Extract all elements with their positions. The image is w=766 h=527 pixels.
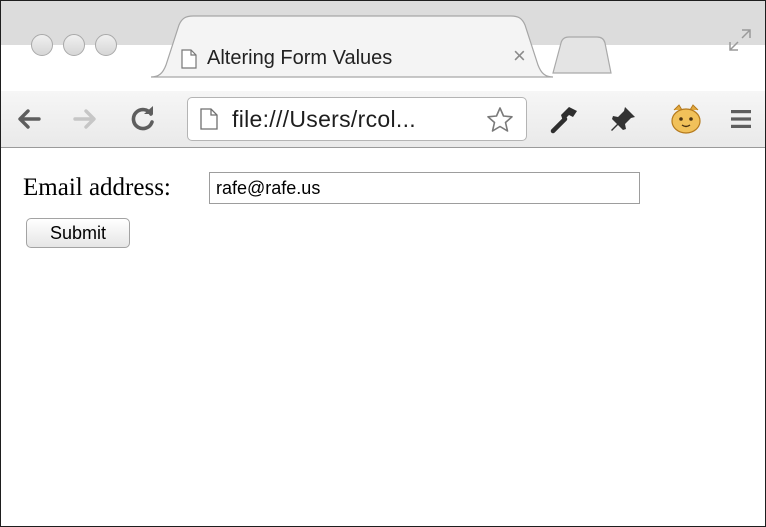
- page-icon: [200, 108, 218, 135]
- reload-icon[interactable]: [129, 105, 157, 138]
- tab-close-icon[interactable]: ×: [513, 45, 526, 67]
- window-close-button[interactable]: [31, 34, 53, 56]
- new-tab-button[interactable]: [549, 35, 613, 80]
- toolbar: file:///Users/rcol...: [1, 91, 765, 148]
- hamburger-menu-icon[interactable]: [729, 107, 753, 136]
- address-url: file:///Users/rcol...: [232, 106, 416, 132]
- submit-button[interactable]: Submit: [26, 218, 130, 248]
- wrench-icon[interactable]: [549, 103, 581, 140]
- forward-arrow-icon[interactable]: [71, 105, 99, 138]
- email-field[interactable]: [209, 172, 640, 204]
- bookmark-star-icon[interactable]: [486, 106, 514, 139]
- browser-window: Altering Form Values × file:///Users/rco…: [0, 0, 766, 527]
- email-label: Email address:: [23, 174, 171, 201]
- window-zoom-button[interactable]: [95, 34, 117, 56]
- tab-title: Altering Form Values: [207, 47, 393, 69]
- cat-face-extension-icon[interactable]: [669, 102, 703, 141]
- back-arrow-icon[interactable]: [15, 105, 43, 138]
- pushpin-icon[interactable]: [607, 103, 639, 140]
- fullscreen-icon[interactable]: [729, 29, 751, 56]
- page-icon: [181, 49, 197, 74]
- address-bar[interactable]: file:///Users/rcol...: [187, 97, 527, 141]
- window-minimize-button[interactable]: [63, 34, 85, 56]
- page-content: Email address: Submit: [1, 148, 765, 526]
